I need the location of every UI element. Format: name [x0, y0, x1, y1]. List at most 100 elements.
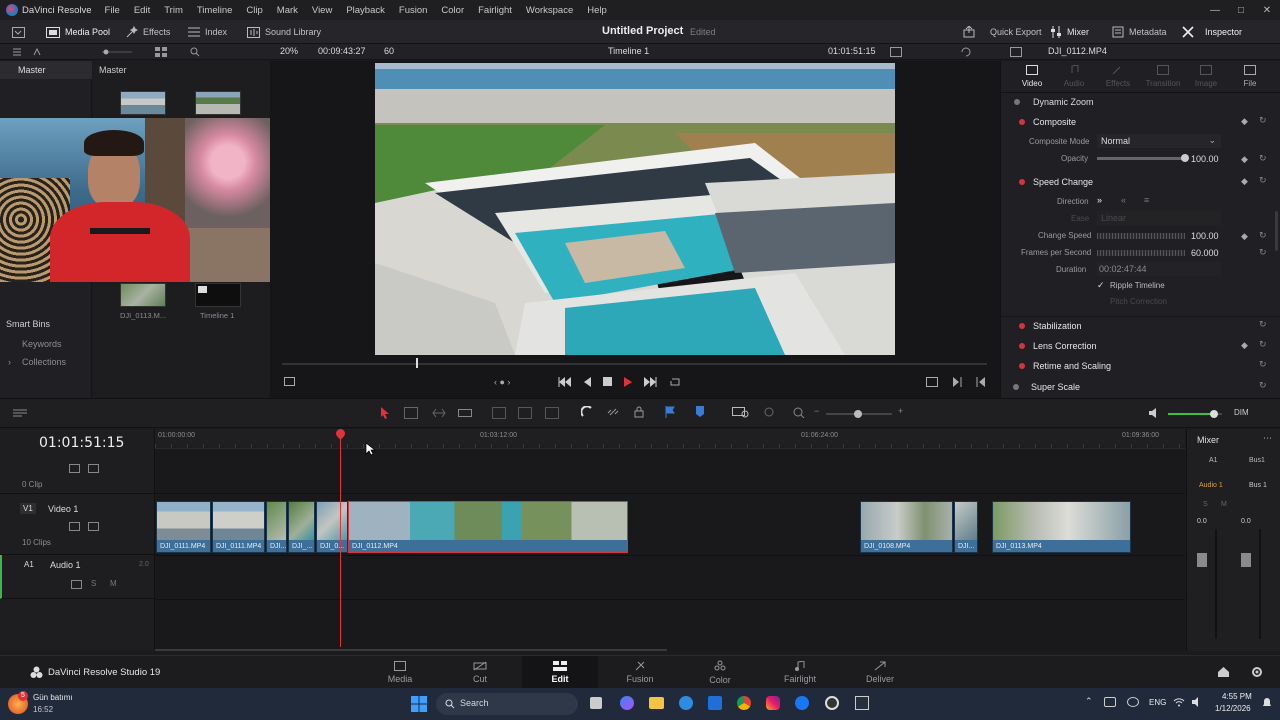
inspector-button[interactable]: Inspector [1182, 20, 1242, 44]
timeline-name[interactable]: Timeline 1 [608, 46, 649, 56]
page-color[interactable]: Color [690, 656, 750, 689]
menu-view[interactable]: View [305, 5, 339, 16]
enable-toggle-icon[interactable] [1019, 119, 1025, 125]
composite-mode-select[interactable]: Normal ⌄ [1097, 134, 1221, 148]
menu-file[interactable]: File [98, 5, 127, 16]
reset-icon[interactable]: ↻ [1259, 175, 1267, 186]
mixer-mute[interactable]: M [1221, 501, 1227, 508]
bin-master[interactable]: Master [0, 61, 92, 79]
clock-date[interactable]: 1/12/2026 [1215, 704, 1251, 713]
cinema-mode-icon[interactable] [926, 377, 938, 387]
reset-icon[interactable]: ↻ [1259, 319, 1267, 330]
timeline-thumbnail[interactable] [195, 283, 241, 307]
previous-edit-icon[interactable] [976, 377, 986, 387]
track-name-a1[interactable]: Audio 1 [50, 560, 81, 570]
play-icon[interactable] [623, 377, 633, 387]
speed-change-section[interactable]: Speed Change ◆ ↻ [1001, 173, 1280, 191]
copilot-icon[interactable] [620, 696, 634, 710]
collections-chevron-icon[interactable]: › [8, 357, 11, 367]
snapping-icon[interactable] [581, 406, 593, 418]
timeline-zoom-slider[interactable] [826, 410, 892, 418]
fps-value[interactable]: 60.000 [1191, 248, 1219, 258]
collections-bin[interactable]: Collections [22, 357, 66, 367]
playhead[interactable] [340, 429, 341, 647]
menu-edit[interactable]: Edit [127, 5, 157, 16]
track-disable-icon[interactable] [88, 522, 99, 531]
zoom-custom-icon[interactable] [792, 406, 806, 418]
auto-select-icon[interactable] [69, 522, 80, 531]
zoom-out-icon[interactable]: − [814, 406, 819, 416]
keyframe-icon[interactable]: ◆ [1241, 340, 1248, 351]
tab-audio[interactable]: Audio [1061, 65, 1087, 88]
more-options-icon[interactable]: ⋯ [1263, 433, 1272, 444]
enable-toggle-icon[interactable] [1019, 343, 1025, 349]
menu-fairlight[interactable]: Fairlight [471, 5, 519, 16]
timeline-clip[interactable]: DJI... [954, 501, 978, 553]
mixer-button[interactable]: Mixer [1050, 20, 1089, 44]
duration-field[interactable]: 00:02:47:44 [1097, 262, 1221, 276]
store-icon[interactable] [708, 696, 722, 710]
retime-scaling-section[interactable]: Retime and Scaling ↻ [1001, 357, 1280, 375]
windows-start-icon[interactable] [411, 696, 427, 712]
timeline-clip[interactable]: DJI... [266, 501, 287, 553]
page-edit[interactable]: Edit [522, 656, 598, 689]
marker-icon[interactable] [695, 406, 705, 418]
keyframe-icon[interactable]: ◆ [1241, 231, 1248, 242]
tab-effects[interactable]: Effects [1103, 65, 1133, 88]
page-cut[interactable]: Cut [450, 656, 510, 689]
viewer-mode-icon[interactable] [284, 377, 296, 387]
auto-select-icon[interactable] [71, 580, 82, 589]
jog-control[interactable]: ‹ ● › [494, 377, 510, 387]
menu-workspace[interactable]: Workspace [519, 5, 580, 16]
clip-thumbnail[interactable] [120, 283, 166, 307]
timeline-ruler[interactable]: 01:00:00:00 01:03:12:00 01:06:24:00 01:0… [155, 429, 1185, 449]
page-deliver[interactable]: Deliver [850, 656, 910, 689]
tab-image[interactable]: Image [1193, 65, 1219, 88]
viewer-frame[interactable] [375, 63, 895, 355]
tab-transition[interactable]: Transition [1145, 65, 1181, 88]
loop-playback-icon[interactable] [669, 377, 681, 387]
overwrite-clip-icon[interactable] [518, 407, 532, 419]
mixer-solo[interactable]: S [1203, 501, 1208, 508]
viewer-zoom[interactable]: 20% [280, 46, 298, 56]
media-pool-button[interactable]: Media Pool [46, 20, 110, 44]
opacity-slider[interactable] [1097, 154, 1189, 162]
flag-icon[interactable] [665, 406, 675, 418]
loop-icon[interactable] [960, 47, 972, 57]
reset-icon[interactable]: ↻ [1259, 359, 1267, 370]
timeline-clip[interactable]: DJI_0111.MP4 [156, 501, 211, 553]
reset-icon[interactable]: ↻ [1259, 339, 1267, 350]
page-fusion[interactable]: Fusion [610, 656, 670, 689]
close-icon[interactable]: ✕ [1254, 0, 1280, 20]
direction-forward-icon[interactable]: » [1097, 195, 1102, 205]
track-id-a1[interactable]: A1 [24, 560, 34, 569]
keyframe-icon[interactable]: ◆ [1241, 116, 1248, 127]
facebook-icon[interactable] [795, 696, 809, 710]
workspace-icon[interactable] [12, 20, 25, 44]
menu-color[interactable]: Color [434, 5, 471, 16]
list-view-icon[interactable] [12, 47, 22, 57]
clock-time[interactable]: 4:55 PM [1222, 692, 1252, 701]
scrubber-track[interactable] [282, 363, 987, 365]
reset-icon[interactable]: ↻ [1259, 115, 1267, 126]
edge-icon[interactable] [679, 696, 693, 710]
clip-thumbnail[interactable] [195, 91, 241, 115]
zoom-slider-icon[interactable] [102, 49, 132, 55]
app-taskbar-icon[interactable] [855, 696, 869, 710]
clip-thumbnail[interactable] [120, 91, 166, 115]
quick-export-button[interactable]: Quick Export [963, 20, 1042, 44]
opacity-value[interactable]: 100.00 [1191, 154, 1219, 164]
menu-help[interactable]: Help [580, 5, 614, 16]
go-to-start-icon[interactable] [558, 377, 572, 387]
volume-tray-icon[interactable] [1191, 697, 1203, 707]
ease-select[interactable]: Linear [1097, 211, 1221, 225]
replace-clip-icon[interactable] [545, 407, 559, 419]
selection-tool-icon[interactable] [380, 407, 390, 419]
zoom-full-icon[interactable] [732, 406, 750, 418]
task-view-icon[interactable] [590, 697, 602, 709]
super-scale-section[interactable]: Super Scale ↻ [1001, 378, 1280, 396]
match-frame-icon[interactable] [952, 377, 962, 387]
trim-tool-icon[interactable] [404, 407, 418, 419]
tray-app-icon[interactable] [1127, 697, 1139, 707]
direction-reverse-icon[interactable]: « [1121, 195, 1126, 205]
